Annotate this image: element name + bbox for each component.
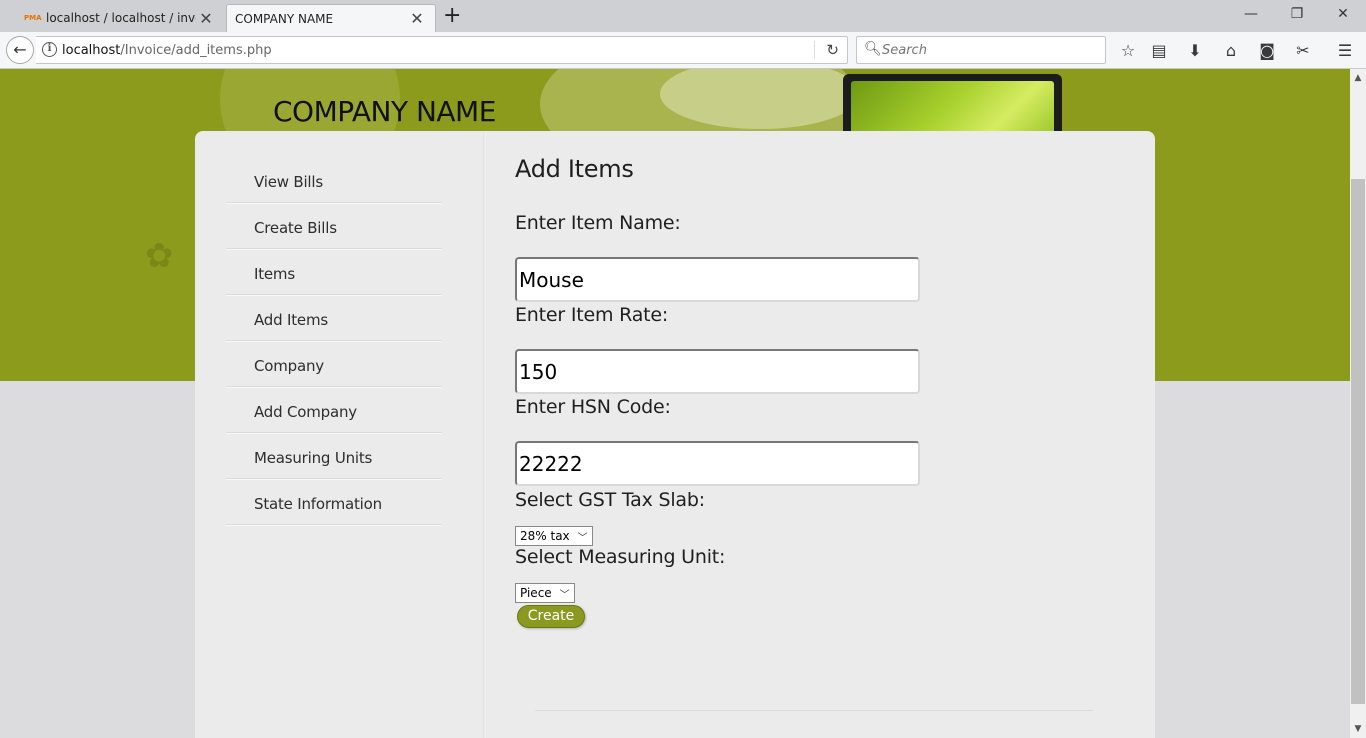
tab-company-name[interactable]: COMPANY NAME ✕ (226, 4, 436, 32)
address-bar[interactable]: i localhost/Invoice/add_items.php ↻ (36, 36, 848, 64)
item-rate-input[interactable] (515, 349, 920, 394)
sidebar-item-company[interactable]: Company (226, 341, 442, 387)
info-icon[interactable]: i (42, 42, 57, 57)
sidebar-item-add-items[interactable]: Add Items (226, 295, 442, 341)
tab-bar: PMA localhost / localhost / invoic ✕ COM… (0, 0, 1366, 32)
hsn-code-label: Enter HSN Code: (515, 396, 671, 418)
create-button[interactable]: Create (517, 605, 585, 628)
sidebar-item-view-bills[interactable]: View Bills (226, 157, 442, 203)
page-scrollbar[interactable]: ▲ ▼ (1350, 69, 1366, 738)
search-input[interactable] (882, 41, 1097, 59)
back-arrow-icon[interactable]: ← (6, 36, 34, 64)
sidebar-item-items[interactable]: Items (226, 249, 442, 295)
search-icon: 🔍︎ (864, 41, 882, 57)
sidebar-item-create-bills[interactable]: Create Bills (226, 203, 442, 249)
close-tab-icon[interactable]: ✕ (196, 9, 216, 28)
minimize-icon[interactable]: — (1228, 6, 1274, 22)
item-name-label: Enter Item Name: (515, 212, 681, 234)
url-separator (814, 41, 815, 59)
sidebar-menu: View Bills Create Bills Items Add Items … (226, 157, 442, 525)
flower-icon: ✿ (145, 236, 174, 276)
sidebar-item-measuring-units[interactable]: Measuring Units (226, 433, 442, 479)
tab-phpmyadmin[interactable]: PMA localhost / localhost / invoic ✕ (14, 4, 224, 32)
tab-title: COMPANY NAME (235, 11, 334, 26)
company-name-title: COMPANY NAME (273, 95, 496, 128)
screenshot-icon[interactable]: ✂ (1292, 41, 1314, 61)
measuring-unit-select[interactable]: Piece ﹀ (515, 583, 575, 603)
content-divider (535, 710, 1093, 711)
url-path: /Invoice/add_items.php (120, 43, 272, 58)
web-page: ✿ COMPANY NAME View Bills Create Bills I… (0, 69, 1350, 738)
new-tab-icon[interactable]: + (443, 5, 461, 27)
scroll-up-icon[interactable]: ▲ (1353, 73, 1363, 83)
item-name-input[interactable] (515, 257, 920, 302)
measuring-unit-selected: Piece (520, 586, 552, 600)
gst-slab-selected: 28% tax (520, 529, 570, 543)
gst-slab-label: Select GST Tax Slab: (515, 489, 705, 511)
reload-icon[interactable]: ↻ (826, 41, 839, 59)
menu-icon[interactable]: ☰ (1334, 41, 1356, 61)
add-items-form: Add Items Enter Item Name: Enter Item Ra… (515, 155, 1135, 628)
phpmyadmin-favicon-icon: PMA (24, 14, 42, 22)
url-text: localhost/Invoice/add_items.php (62, 43, 272, 58)
page-title: Add Items (515, 155, 634, 183)
sidebar-item-add-company[interactable]: Add Company (226, 387, 442, 433)
download-icon[interactable]: ⬇ (1184, 41, 1206, 61)
chevron-down-icon: ﹀ (577, 532, 588, 544)
measuring-unit-label: Select Measuring Unit: (515, 546, 726, 568)
column-divider (483, 131, 486, 738)
sidebar-item-state-information[interactable]: State Information (226, 479, 442, 525)
bookmark-star-icon[interactable]: ☆ (1117, 41, 1139, 61)
chevron-down-icon: ﹀ (559, 589, 570, 601)
home-icon[interactable]: ⌂ (1220, 41, 1242, 61)
reading-list-icon[interactable]: ▤ (1148, 41, 1170, 61)
navigation-toolbar: ← i localhost/Invoice/add_items.php ↻ 🔍︎… (0, 32, 1366, 69)
restore-icon[interactable]: ❐ (1274, 6, 1320, 22)
url-host: localhost (62, 43, 121, 58)
gst-slab-select[interactable]: 28% tax ﹀ (515, 526, 593, 546)
close-window-icon[interactable]: ✕ (1320, 6, 1366, 22)
scrollbar-thumb[interactable] (1351, 179, 1365, 704)
search-bar[interactable]: 🔍︎ (856, 36, 1106, 64)
scroll-down-icon[interactable]: ▼ (1353, 724, 1363, 734)
close-tab-icon[interactable]: ✕ (407, 9, 427, 28)
item-rate-label: Enter Item Rate: (515, 304, 669, 326)
tab-title: localhost / localhost / invoic (46, 11, 196, 25)
pocket-icon[interactable]: ◙ (1256, 41, 1278, 61)
hsn-code-input[interactable] (515, 441, 920, 486)
